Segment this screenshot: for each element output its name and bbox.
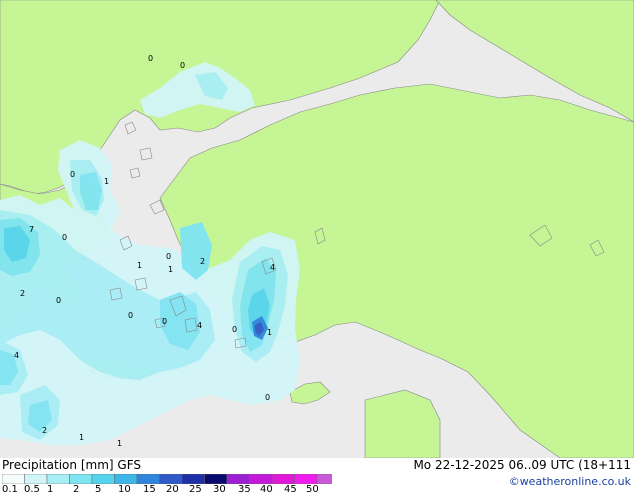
value-label: 2 xyxy=(200,257,205,266)
value-label: 1 xyxy=(104,177,109,186)
value-label: 0 xyxy=(166,252,171,261)
scale-swatch xyxy=(114,474,138,484)
scale-swatch xyxy=(136,474,160,484)
map-title: Precipitation [mm] GFS xyxy=(2,458,141,472)
value-label: 0 xyxy=(70,170,75,179)
scale-swatch xyxy=(181,474,205,484)
value-label: 0 xyxy=(180,61,185,70)
value-label: 7 xyxy=(29,225,34,234)
value-label: 4 xyxy=(14,351,19,360)
scale-swatch xyxy=(46,474,70,484)
value-label: 0 xyxy=(162,317,167,326)
value-label: 2 xyxy=(20,289,25,298)
value-label: 0 xyxy=(128,311,133,320)
parameter-label: Precipitation [mm] xyxy=(2,458,114,472)
model-label: GFS xyxy=(117,458,141,472)
scale-swatch xyxy=(2,474,25,484)
forecast-datetime: Mo 22-12-2025 06..09 UTC (18+111 xyxy=(413,458,631,472)
scale-swatch xyxy=(294,474,318,484)
value-label: 4 xyxy=(270,263,275,272)
value-label: 1 xyxy=(168,265,173,274)
scale-swatch xyxy=(159,474,183,484)
value-label: 0 xyxy=(232,325,237,334)
scale-swatch xyxy=(91,474,115,484)
scale-swatch xyxy=(204,474,228,484)
value-label: 0 xyxy=(148,54,153,63)
scale-swatch xyxy=(226,474,250,484)
value-label: 1 xyxy=(267,328,272,337)
precipitation-map: 0 0 0 1 7 0 2 0 1 1 0 4 2 0 4 4 0 1 0 2 … xyxy=(0,0,634,459)
value-label: 1 xyxy=(79,433,84,442)
value-label: 1 xyxy=(117,439,122,448)
value-label: 0 xyxy=(265,393,270,402)
scale-swatch xyxy=(271,474,295,484)
value-label: 4 xyxy=(197,321,202,330)
scale-swatch xyxy=(249,474,273,484)
color-scale xyxy=(2,474,332,484)
value-label: 0 xyxy=(62,233,67,242)
scale-swatch xyxy=(316,474,332,484)
source-credit: ©weatheronline.co.uk xyxy=(508,475,631,488)
value-label: 1 xyxy=(137,261,142,270)
map-canvas: 0 0 0 1 7 0 2 0 1 1 0 4 2 0 4 4 0 1 0 2 … xyxy=(0,0,634,459)
levant-land xyxy=(364,389,441,459)
value-label: 0 xyxy=(56,296,61,305)
scale-swatch xyxy=(69,474,93,484)
map-footer: Precipitation [mm] GFS Mo 22-12-2025 06.… xyxy=(0,458,634,495)
value-label: 2 xyxy=(42,426,47,435)
scale-swatch xyxy=(24,474,48,484)
